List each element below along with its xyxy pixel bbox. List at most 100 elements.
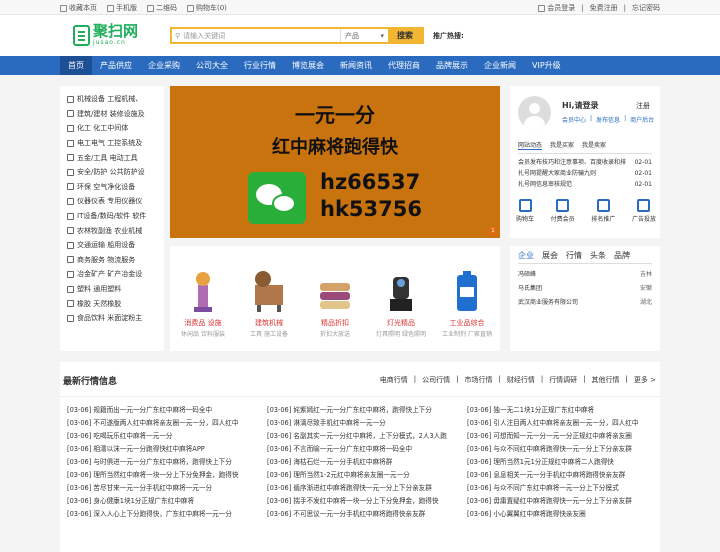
list-item[interactable]: [03-06] 名副其实一元一分红中麻将，上下分模式，2人3人跑 [267,430,460,443]
ranking-shortcut[interactable]: 排名推广 [591,199,615,223]
nav-vip[interactable]: VIP升级 [524,56,569,75]
news-item[interactable]: 会员发布技巧和注意事项、百度收录和排 02-01 [518,157,652,168]
nav-news[interactable]: 新闻资讯 [332,56,380,75]
list-item[interactable]: [03-06] 循序渐进红中麻将跑得快一元一分上下分亲友群 [267,482,460,495]
news-item[interactable]: 扎号网提醒大家商业防骗九则 02-01 [518,168,652,179]
vip-shortcut[interactable]: 付费会员 [551,199,575,223]
search-category-select[interactable]: 产品 ▾ [340,29,388,42]
list-item[interactable]: [03-06] 吃喝玩乐红中麻将一元一分 [67,430,260,443]
nav-brands[interactable]: 品牌展示 [428,56,476,75]
market-link[interactable]: 其他行情 [592,375,620,385]
category-item[interactable]: 仪器仪表 专用仪器仪 [60,194,164,209]
nav-market[interactable]: 行业行情 [236,56,284,75]
nav-company-news[interactable]: 企业新闻 [476,56,524,75]
category-item[interactable]: 交通运输 船用设备 [60,238,164,253]
category-item[interactable]: IT设备/数码/软件 软件 [60,209,164,224]
market-link[interactable]: 市场行情 [464,375,492,385]
list-item[interactable]: [03-06] 独一无二1块1分正规广东红中麻将 [467,404,660,417]
category-item[interactable]: 化工 化工中间体 [60,121,164,136]
more-link[interactable]: 更多 > [634,375,656,385]
list-item[interactable]: 武汉商业服务有限公司 湖北 [518,296,652,310]
list-item[interactable]: [03-06] 不言而喻一元一分广东红中麻将一码全中 [267,443,460,456]
nav-home[interactable]: 首页 [60,56,92,75]
merchant-admin-link[interactable]: 商户后台 [630,115,654,124]
list-item[interactable]: [03-06] 身心健康1块1分正规广东红中麻将 [67,495,260,508]
list-item[interactable]: [03-06] 海枯石烂一元一分手机红中麻将群 [267,456,460,469]
search-button[interactable]: 搜索 [388,29,422,42]
tab-expos[interactable]: 展会 [542,250,558,261]
list-item[interactable]: [03-06] 引人注目两人红中麻将亲友圈一元一分，四人红中 [467,417,660,430]
post-info-link[interactable]: 发布信息 [596,115,620,124]
category-item[interactable]: 电工电气 工控系统及 [60,136,164,151]
cart-link[interactable]: 购物车(0) [187,3,227,13]
list-item[interactable]: [03-06] 理所当然红中麻将一块一分上下分免押金，跑得快 [67,469,260,482]
category-item[interactable]: 冶金矿产 矿产冶金设 [60,267,164,282]
tab-companies[interactable]: 企业 [518,250,534,261]
tab-markets[interactable]: 行情 [566,250,582,261]
forgot-password-link[interactable]: 忘记密码 [632,3,660,13]
list-item[interactable]: [03-06] 与众不同广东红中麻将一元一分上下分模式 [467,482,660,495]
nav-expo[interactable]: 博览展会 [284,56,332,75]
news-item[interactable]: 扎号网信息审核规范 02-01 [518,179,652,190]
product-card[interactable]: 消费品 设施 休闲品 饮料服装 [173,263,233,351]
list-item[interactable]: [03-06] 深入人心上下分跑得快，广东红中麻将一元一分 [67,508,260,521]
ads-shortcut[interactable]: 广告投放 [632,199,656,223]
mobile-link[interactable]: 手机版 [107,3,137,13]
list-item[interactable]: [03-06] 毋庸置疑红中麻将跑得快一元一分上下分亲友群 [467,495,660,508]
list-item[interactable]: [03-06] 息息相关一元一分手机红中麻将跑得快亲友群 [467,469,660,482]
category-item[interactable]: 安全/防护 公共防护设 [60,165,164,180]
product-card[interactable]: 精品折扣 折扣大放送 [305,263,365,351]
login-link[interactable]: 会员登录 [538,3,575,13]
list-item[interactable]: 冯硕峰 吉林 [518,268,652,282]
category-item[interactable]: 五金/工具 电动工具 [60,150,164,165]
product-card[interactable]: 建筑机械 工具 施工设备 [239,263,299,351]
category-item[interactable]: 橡胶 天然橡胶 [60,296,164,311]
list-item[interactable]: [03-06] 可想而知一元一分一元一分正规红中麻将亲友圈 [467,430,660,443]
market-link[interactable]: 财经行情 [507,375,535,385]
list-item[interactable]: [03-06] 与时俱进一元一分广东红中麻将，跑得快上下分 [67,456,260,469]
bookmark-link[interactable]: 收藏本页 [60,3,97,13]
cart-shortcut[interactable]: 购物车 [516,199,534,223]
category-item[interactable]: 农林牧副渔 农业机械 [60,223,164,238]
site-logo[interactable]: 聚扫网 jusao.cn [73,24,138,46]
tab-site-news[interactable]: 网站动态 [518,140,543,150]
register-button[interactable]: 注册 [636,101,650,111]
category-item[interactable]: 商务服务 物流服务 [60,253,164,268]
list-item[interactable]: [03-06] 淋漓尽致手机红中麻将一元一分 [267,417,460,430]
qrcode-link[interactable]: 二维码 [147,3,177,13]
member-center-link[interactable]: 会员中心 [562,115,586,124]
product-card[interactable]: 工业品综合 工业制剂 厂家直销 [437,263,497,351]
search-input[interactable]: ⚲ 请输入关键词 [172,29,340,42]
list-item[interactable]: [03-06] 理所当然1元1分正规红中麻将二人跑得快 [467,456,660,469]
list-item[interactable]: [03-06] 苦尽甘来一元一分手机红中麻将一元一分 [67,482,260,495]
category-item[interactable]: 塑料 通用塑料 [60,282,164,297]
tab-seller[interactable]: 我是卖家 [582,140,606,150]
tab-buyer[interactable]: 我是买家 [550,140,574,150]
category-item[interactable]: 食品饮料 米面淀粉主 [60,311,164,326]
banner-page-indicator[interactable]: 1 [489,227,497,235]
market-link[interactable]: 电商行情 [380,375,408,385]
promo-banner[interactable]: 一元一分 红中麻将跑得快 hz66537 hk53756 1 [170,86,500,238]
list-item[interactable]: [03-06] 小心翼翼红中麻将跑得快亲友圈 [467,508,660,521]
nav-purchase[interactable]: 企业采购 [140,56,188,75]
market-link[interactable]: 行情调研 [549,375,577,385]
list-item[interactable]: [03-06] 不可思议一元一分手机红中麻将跑得快亲友群 [267,508,460,521]
list-item[interactable]: [03-06] 不可遂版两人红中麻将亲友圈一元一分，四人红中 [67,417,260,430]
login-prompt[interactable]: Hi,请登录 [562,100,598,111]
list-item[interactable]: 马氏集团 安徽 [518,282,652,296]
list-item[interactable]: [03-06] 理所当然1-2元红中麻将亲友圈一元一分 [267,469,460,482]
nav-companies[interactable]: 公司大全 [188,56,236,75]
list-item[interactable]: [03-06] 揣手不发红中麻将一块一分上下分免押金，跑得快 [267,495,460,508]
nav-agency[interactable]: 代理招商 [380,56,428,75]
tab-brands[interactable]: 品牌 [614,250,630,261]
nav-supply[interactable]: 产品供应 [92,56,140,75]
category-item[interactable]: 建筑/建材 装修设施及 [60,107,164,122]
register-link[interactable]: 免费注册 [590,3,618,13]
category-item[interactable]: 环保 空气净化设备 [60,180,164,195]
list-item[interactable]: [03-06] 姹紫嫣红一元一分广东红中麻将，跑得快上下分 [267,404,460,417]
category-item[interactable]: 机械设备 工程机械、 [60,92,164,107]
list-item[interactable]: [03-06] 与众不同红中麻将跑得快一元一分上下分亲友群 [467,443,660,456]
list-item[interactable]: [03-06] 规籍而出一元一分广东红中麻将一码全中 [67,404,260,417]
tab-headlines[interactable]: 头条 [590,250,606,261]
list-item[interactable]: [03-06] 相濡以沫一元一分跑得快红中麻将APP [67,443,260,456]
